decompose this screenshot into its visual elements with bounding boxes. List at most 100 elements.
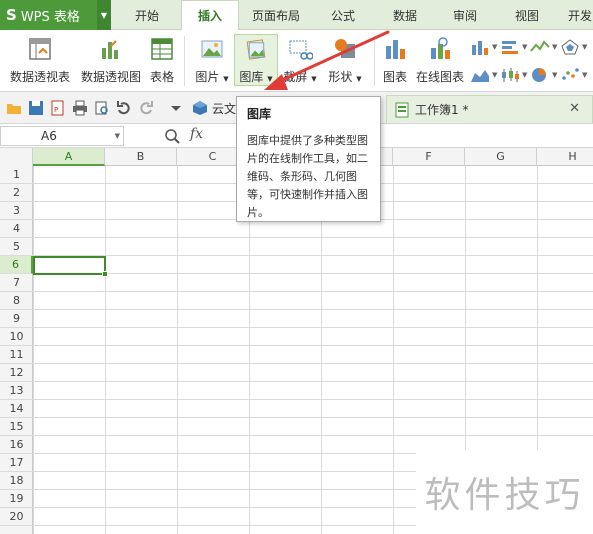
gallery-button[interactable]: 图库 ▼ [234,34,278,86]
line-chart-button[interactable]: ▼ [530,36,560,58]
screenshot-button[interactable]: 截屏 ▼ [282,34,318,86]
active-cell-a6[interactable] [33,256,108,277]
picture-label: 图片 ▼ [195,70,229,84]
chevron-down-icon: ▼ [492,71,498,79]
cell-reference: A6 [41,129,57,143]
close-icon[interactable]: ✕ [569,101,580,116]
pivot-chart-button[interactable]: 数据透视图 [78,34,144,86]
customize-toolbar-icon[interactable] [168,100,184,116]
stock-chart-icon [502,68,519,82]
chevron-down-icon[interactable]: ▼ [115,127,120,145]
pie-chart-button[interactable]: ▼ [530,64,560,86]
online-chart-button[interactable]: 在线图表 [414,34,466,86]
scissors-icon [289,40,313,60]
column-chart-icon [472,41,488,55]
menu-tab-bar: S WPS 表格 ▼ 开始 插入 页面布局 公式 数据 审阅 视图 开发 [0,0,593,31]
fill-handle[interactable] [102,271,108,277]
chevron-down-icon: ▼ [492,43,498,51]
column-header[interactable]: B [105,148,177,166]
row-header[interactable]: 6 [0,256,33,274]
wps-logo-icon: S [6,6,17,24]
tooltip-body: 图库中提供了多种类型图片的在线制作工具，如二维码、条形码、几何图等，可快速制作并… [247,134,368,219]
chevron-down-icon: ▼ [552,71,558,79]
tab-page-layout[interactable]: 页面布局 [244,0,308,30]
row-header[interactable]: 8 [0,292,33,310]
print-preview-icon[interactable] [94,100,110,116]
row-header[interactable]: 11 [0,346,33,364]
open-folder-icon[interactable] [6,100,22,116]
row-header[interactable]: 17 [0,454,33,472]
scatter-chart-button[interactable]: ▼ [560,64,590,86]
document-tab-title: 工作簿1 * [415,103,469,117]
row-header[interactable]: 13 [0,382,33,400]
radar-chart-button[interactable]: ▼ [560,36,590,58]
row-header[interactable]: 15 [0,418,33,436]
gallery-tooltip: 图库 图库中提供了多种类型图片的在线制作工具，如二维码、条形码、几何图等，可快速… [236,96,381,222]
row-header[interactable]: 2 [0,184,33,202]
chevron-down-icon: ▼ [522,71,528,79]
chevron-down-icon: ▼ [522,43,528,51]
row-header[interactable]: 4 [0,220,33,238]
row-header[interactable]: 20 [0,508,33,526]
column-header[interactable]: A [33,148,105,166]
row-header[interactable]: 7 [0,274,33,292]
insert-function-button[interactable]: fx [190,126,203,142]
tab-home[interactable]: 开始 [118,0,176,30]
area-chart-button[interactable]: ▼ [470,64,500,86]
column-chart-button[interactable]: ▼ [470,36,500,58]
column-header[interactable]: G [465,148,537,166]
cloud-doc-label[interactable]: 云文 [212,100,236,117]
row-header[interactable]: 10 [0,328,33,346]
stock-chart-button[interactable]: ▼ [500,64,530,86]
export-pdf-icon[interactable]: P [50,100,66,116]
zoom-search-icon[interactable] [164,128,180,144]
column-header[interactable]: F [393,148,465,166]
cloud-doc-icon[interactable] [192,100,208,116]
name-box[interactable]: A6 ▼ [0,126,124,146]
shapes-button[interactable]: 形状 ▼ [324,34,366,86]
row-header[interactable]: 19 [0,490,33,508]
online-chart-icon [431,37,450,59]
tab-developer[interactable]: 开发 [560,0,593,30]
document-tab[interactable]: 工作簿1 * ✕ [386,95,593,123]
column-header[interactable]: H [537,148,593,166]
bar-chart-button[interactable]: ▼ [500,36,530,58]
gallery-icon [246,39,266,60]
row-header[interactable]: 18 [0,472,33,490]
watermark: 软件技巧 [416,450,593,534]
shapes-label: 形状 ▼ [328,70,362,84]
row-header[interactable]: 1 [0,166,33,184]
svg-text:P: P [54,106,58,114]
tab-review[interactable]: 审阅 [436,0,494,30]
table-button[interactable]: 表格 [146,34,178,86]
tab-view[interactable]: 视图 [498,0,556,30]
undo-icon[interactable] [116,100,132,116]
ribbon-separator [184,36,185,86]
app-menu-button[interactable]: S WPS 表格 ▼ [0,0,111,30]
row-header[interactable]: 12 [0,364,33,382]
tab-formulas[interactable]: 公式 [314,0,372,30]
pivot-table-icon [29,38,51,60]
select-all-corner[interactable] [0,148,33,166]
scatter-chart-icon [562,68,579,80]
chevron-down-icon[interactable]: ▼ [97,0,111,30]
row-header[interactable]: 14 [0,400,33,418]
tab-data[interactable]: 数据 [376,0,434,30]
row-header[interactable]: 5 [0,238,33,256]
radar-chart-icon [561,39,579,55]
horizontal-bar-icon [502,41,518,54]
print-icon[interactable] [72,100,88,116]
tab-insert[interactable]: 插入 [181,0,239,31]
picture-icon [201,40,223,58]
picture-button[interactable]: 图片 ▼ [192,34,232,86]
pivot-table-button[interactable]: 数据透视表 [6,34,74,86]
row-header[interactable]: 16 [0,436,33,454]
online-chart-label: 在线图表 [415,70,464,84]
row-header[interactable]: 3 [0,202,33,220]
save-icon[interactable] [28,100,44,116]
redo-icon[interactable] [138,100,154,116]
screenshot-label: 截屏 ▼ [283,70,317,84]
chart-button[interactable]: 图表 [380,34,410,86]
row-header[interactable]: 9 [0,310,33,328]
ribbon-insert: 数据透视表 数据透视图 表格 图片 ▼ 图库 ▼ 截屏 ▼ 形状 ▼ 图表 在线… [0,30,593,92]
